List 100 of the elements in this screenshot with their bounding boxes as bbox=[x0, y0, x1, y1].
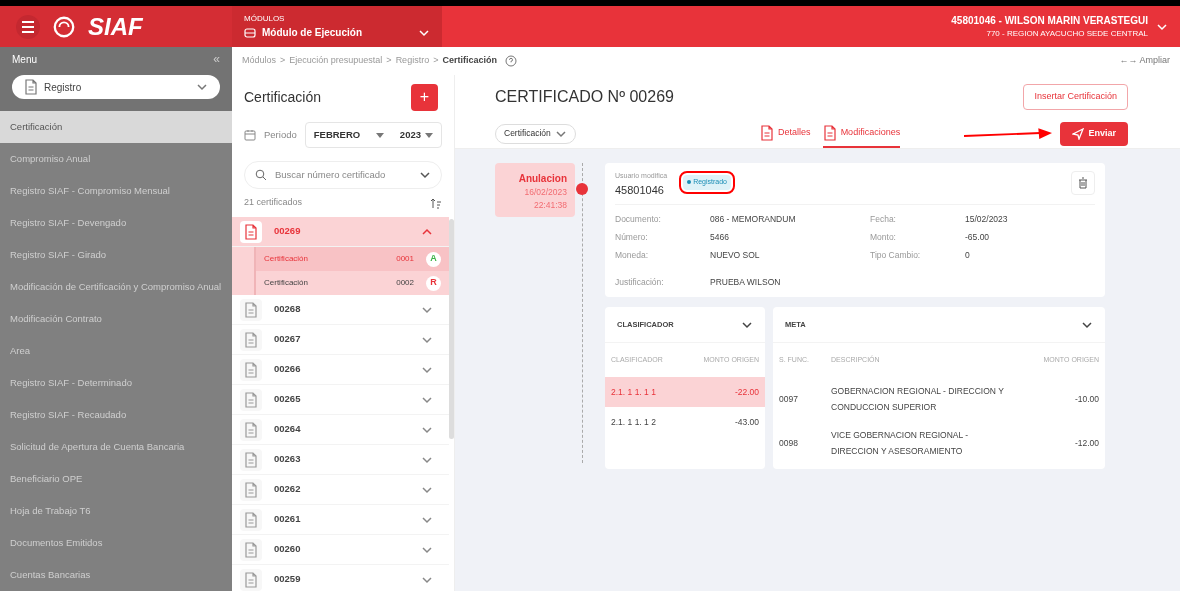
certificate-number: 00267 bbox=[274, 332, 302, 347]
insert-button[interactable]: Insertar Certificación bbox=[1023, 84, 1128, 110]
help-icon[interactable] bbox=[504, 55, 517, 67]
table-cell: -22.00 bbox=[734, 385, 759, 399]
sidebar-item[interactable]: Registro SIAF - Compromiso Mensual bbox=[0, 175, 232, 207]
field-label: Tipo Cambio: bbox=[870, 248, 922, 262]
table-cell-text: 0098 bbox=[779, 437, 799, 450]
section-select[interactable]: Registro bbox=[12, 75, 220, 99]
certificate-row[interactable]: 00260 bbox=[232, 535, 449, 565]
document-icon bbox=[760, 124, 775, 141]
classifier-row[interactable]: 2.1. 1 1. 1 1 -22.00 bbox=[605, 377, 765, 407]
menu-icon bbox=[21, 20, 35, 33]
modification-type: Anulacion bbox=[518, 172, 567, 186]
breadcrumb-separator: > bbox=[386, 54, 392, 68]
sidebar-item[interactable]: Area bbox=[0, 335, 232, 367]
sidebar-item[interactable]: Modificación de Certificación y Compromiso Anual bbox=[0, 271, 232, 303]
search-input[interactable]: Buscar número certificado bbox=[275, 167, 411, 183]
status-badge: A bbox=[426, 251, 441, 267]
module-select[interactable]: Módulo de Ejecución bbox=[244, 25, 430, 40]
modification-code: 0001 bbox=[396, 253, 414, 265]
modification-row[interactable]: Certificación 0001 A bbox=[254, 247, 449, 271]
certificate-row[interactable]: 00268 bbox=[232, 295, 449, 325]
delete-button[interactable] bbox=[1071, 171, 1095, 195]
field-value: 0 bbox=[965, 248, 971, 262]
certificate-number: 00261 bbox=[274, 512, 302, 527]
certificate-number: 00263 bbox=[274, 452, 302, 467]
breadcrumb-item[interactable]: Ejecución presupuestal bbox=[289, 54, 383, 68]
sidebar-item[interactable]: Modificación Contrato bbox=[0, 303, 232, 335]
certificate-number: 00259 bbox=[274, 572, 302, 587]
document-icon bbox=[244, 391, 258, 408]
sidebar-item[interactable]: Registro SIAF - Recaudado bbox=[0, 399, 232, 431]
document-icon bbox=[244, 421, 258, 438]
modification-label: Certificación bbox=[264, 253, 309, 265]
sidebar-item[interactable]: Registro SIAF - Determinado bbox=[0, 367, 232, 399]
table-cell: -43.00 bbox=[734, 415, 759, 429]
logo-text: SIAF bbox=[88, 11, 143, 42]
certificate-row[interactable]: 00269 bbox=[232, 217, 449, 247]
field-label: Monto: bbox=[870, 230, 897, 244]
user-value: 45801046 bbox=[615, 182, 665, 198]
sidebar-item[interactable]: Compromiso Anual bbox=[0, 143, 232, 175]
table-cell-text: -10.00 bbox=[1073, 393, 1099, 406]
collapse-button[interactable]: « bbox=[213, 50, 220, 68]
field-value: 5466 bbox=[710, 230, 730, 244]
certificate-number: 00266 bbox=[274, 362, 302, 377]
field-label: Moneda: bbox=[615, 248, 650, 262]
certificate-number: 00264 bbox=[274, 422, 302, 437]
certificate-number: 00268 bbox=[274, 302, 302, 317]
certificate-title: CERTIFICADO Nº 00269 bbox=[495, 87, 674, 107]
certificate-number: 00265 bbox=[274, 392, 302, 407]
sort-icon[interactable] bbox=[430, 197, 442, 209]
certificate-row[interactable]: 00263 bbox=[232, 445, 449, 475]
document-icon bbox=[244, 571, 258, 588]
trash-icon bbox=[1077, 177, 1089, 189]
sidebar-item[interactable]: Cuentas Bancarias bbox=[0, 559, 232, 591]
document-icon bbox=[244, 301, 258, 318]
list-title: Certificación bbox=[244, 87, 322, 107]
certificate-number: 00269 bbox=[274, 224, 302, 239]
document-icon bbox=[244, 223, 258, 240]
field-value: 086 - MEMORANDUM bbox=[710, 213, 797, 226]
chevron-down-icon bbox=[419, 169, 431, 181]
month-select[interactable]: FEBRERO bbox=[305, 127, 392, 143]
year-select[interactable]: 2023 bbox=[391, 127, 441, 143]
certificate-row[interactable]: 00264 bbox=[232, 415, 449, 445]
certificate-row[interactable]: 00262 bbox=[232, 475, 449, 505]
breadcrumb-separator: > bbox=[280, 54, 286, 68]
certificate-row[interactable]: 00265 bbox=[232, 385, 449, 415]
menu-button[interactable] bbox=[16, 14, 40, 39]
sidebar-item[interactable]: Beneficiario OPE bbox=[0, 463, 232, 495]
certificate-row[interactable]: 00261 bbox=[232, 505, 449, 535]
drive-icon bbox=[244, 27, 256, 38]
breadcrumb-item[interactable]: Certificación bbox=[442, 54, 497, 68]
breadcrumb-item[interactable]: Registro bbox=[395, 54, 430, 68]
classifier-row[interactable]: 2.1. 1 1. 1 2 -43.00 bbox=[605, 407, 765, 437]
document-icon bbox=[244, 361, 258, 378]
caret-icon bbox=[375, 132, 384, 138]
tab[interactable]: Detalles bbox=[760, 119, 811, 148]
scrollbar-thumb[interactable] bbox=[449, 219, 454, 439]
sidebar-item[interactable]: Documentos Emitidos bbox=[0, 527, 232, 559]
certificate-row[interactable]: 00267 bbox=[232, 325, 449, 355]
modules-label: MÓDULOS bbox=[244, 13, 286, 25]
breadcrumb-item[interactable]: Módulos bbox=[242, 54, 277, 68]
expand-link[interactable]: ←→ Ampliar bbox=[1119, 54, 1170, 68]
certificate-count: 21 certificados bbox=[244, 196, 303, 210]
send-button[interactable]: Enviar bbox=[1060, 121, 1128, 146]
unit-name: 770 - REGION AYACUCHO SEDE CENTRAL bbox=[986, 28, 1148, 40]
field-value: NUEVO SOL bbox=[710, 248, 761, 262]
field-value: 15/02/2023 bbox=[965, 213, 1009, 226]
sidebar-item[interactable]: Registro SIAF - Girado bbox=[0, 239, 232, 271]
field-label: Fecha: bbox=[870, 213, 897, 226]
user-name: 45801046 - WILSON MARIN VERASTEGUI bbox=[951, 14, 1148, 28]
add-button[interactable]: + bbox=[411, 83, 438, 111]
document-icon bbox=[244, 481, 258, 498]
sidebar-item[interactable]: Certificación bbox=[0, 111, 232, 143]
certificate-row[interactable]: 00259 bbox=[232, 565, 449, 591]
certificate-row[interactable]: 00266 bbox=[232, 355, 449, 385]
sidebar-item[interactable]: Solicitud de Apertura de Cuenta Bancaria bbox=[0, 431, 232, 463]
timeline-card[interactable]: Anulacion 16/02/2023 22:41:38 bbox=[495, 163, 575, 217]
sidebar-item[interactable]: Registro SIAF - Devengado bbox=[0, 207, 232, 239]
sidebar-item[interactable]: Hoja de Trabajo T6 bbox=[0, 495, 232, 527]
document-icon bbox=[244, 541, 258, 558]
